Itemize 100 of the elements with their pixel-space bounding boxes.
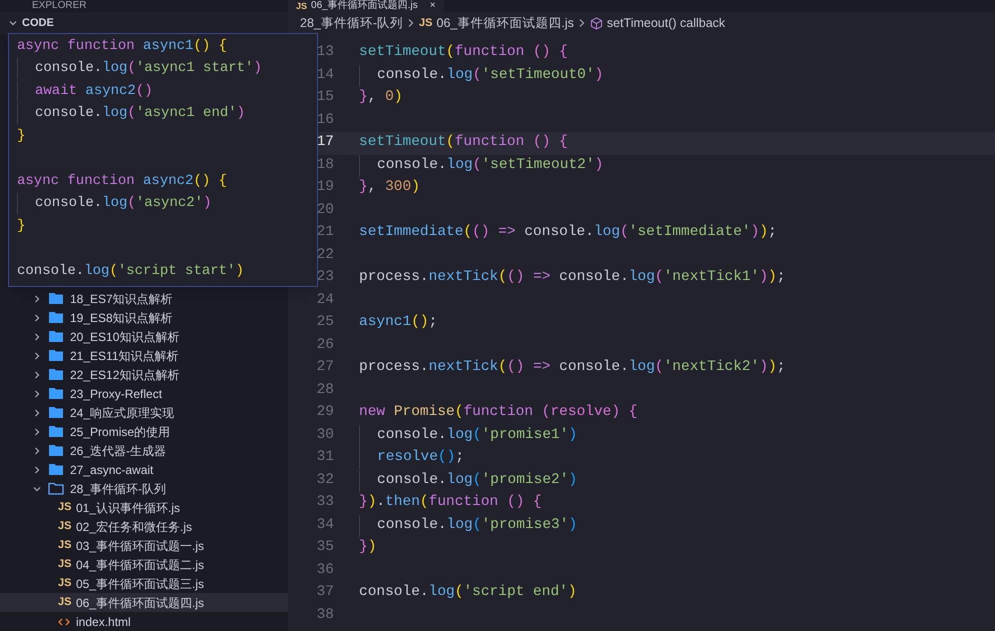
code-line: console.log('async1 start'): [17, 58, 262, 80]
file-item[interactable]: JS 02_宏任务和微任务.js: [0, 517, 288, 536]
breadcrumb-file[interactable]: JS 06_事件循环面试题四.js: [419, 14, 574, 32]
line-number: 37: [316, 583, 335, 602]
line-number: 38: [316, 606, 335, 625]
line-number: 14: [316, 66, 335, 85]
breadcrumb-symbol[interactable]: setTimeout() callback: [590, 14, 726, 32]
line-number: 13: [316, 43, 335, 62]
line-number: 36: [316, 560, 335, 580]
code-line: console.log('script start'): [17, 262, 244, 281]
line-number: 22: [316, 246, 335, 265]
folder-item[interactable]: 28_事件循环-队列: [0, 479, 288, 498]
line-number: 17: [316, 133, 335, 152]
code-line: }): [359, 538, 376, 558]
line-number: 28: [316, 380, 335, 400]
folder-item[interactable]: 18_ES7知识点解析: [0, 289, 288, 308]
code-line: }, 0): [359, 88, 403, 108]
line-number: 27: [316, 358, 335, 378]
line-number: 25: [316, 313, 335, 332]
folder-icon: [48, 330, 64, 343]
folder-icon: [48, 406, 64, 419]
code-line: }, 300): [359, 178, 420, 198]
folder-icon: [48, 482, 64, 495]
code-line: setTimeout(function () {: [359, 133, 568, 152]
code-line: console.log('setTimeout2'): [359, 154, 604, 177]
file-item[interactable]: JS 03_事件循环面试题一.js: [0, 536, 288, 555]
code-line: await async2(): [17, 80, 153, 102]
folder-icon: [48, 311, 64, 324]
line-number: 20: [316, 200, 335, 220]
code-line: setTimeout(function () {: [359, 43, 568, 62]
file-item[interactable]: JS 04_事件循环面试题二.js: [0, 555, 288, 574]
line-number: 23: [316, 268, 335, 288]
js-file-icon: JS: [58, 575, 70, 592]
line-number: 30: [316, 426, 335, 445]
line-number: 35: [316, 538, 335, 558]
code-line: console.log('promise1'): [359, 424, 578, 447]
folder-item[interactable]: 27_async-await: [0, 460, 288, 479]
folder-icon: [48, 463, 64, 476]
folder-item[interactable]: 22_ES12知识点解析: [0, 365, 288, 384]
file-item[interactable]: JS 01_认识事件循环.js: [0, 498, 288, 517]
close-icon[interactable]: ×: [430, 1, 436, 11]
section-header[interactable]: CODE: [0, 12, 288, 34]
folder-item[interactable]: 24_响应式原理实现: [0, 403, 288, 422]
js-file-icon: JS: [58, 499, 70, 516]
code-line: new Promise(function (resolve) {: [359, 403, 638, 422]
folder-item[interactable]: 20_ES10知识点解析: [0, 327, 288, 346]
line-number: 26: [316, 336, 335, 355]
folder-item[interactable]: 26_迭代器-生成器: [0, 441, 288, 460]
file-item[interactable]: JS 05_事件循环面试题三.js: [0, 574, 288, 593]
explorer-title: EXPLORER: [32, 0, 86, 11]
line-number: 34: [316, 516, 335, 535]
folder-icon: [48, 292, 64, 305]
folder-icon: [48, 444, 64, 457]
line-number: 15: [316, 88, 335, 108]
js-file-icon: JS: [296, 2, 308, 10]
folder-item[interactable]: 19_ES8知识点解析: [0, 308, 288, 327]
code-line: }: [17, 216, 26, 236]
js-file-icon: JS: [58, 518, 70, 535]
code-line: async function async1() {: [17, 36, 228, 56]
code-line: setImmediate(() => console.log('setImmediate'));: [359, 223, 777, 242]
code-line: console.log('setTimeout0'): [359, 64, 604, 87]
code-line: console.log('script end'): [359, 583, 577, 602]
code-line: resolve();: [359, 447, 464, 470]
code-line: console.log('promise2'): [359, 470, 578, 492]
js-file-icon: JS: [58, 594, 70, 611]
folder-icon: [48, 425, 64, 438]
line-number: 16: [316, 110, 335, 130]
js-file-icon: JS: [58, 537, 70, 554]
code-line: process.nextTick(() => console.log('nextTick1'));: [359, 268, 786, 288]
folder-item[interactable]: 25_Promise的使用: [0, 422, 288, 441]
line-number: 21: [316, 223, 335, 242]
chevron-icon: [407, 18, 416, 28]
folder-item[interactable]: 23_Proxy-Reflect: [0, 384, 288, 403]
line-number: 33: [316, 493, 335, 512]
line-number: 31: [316, 448, 335, 468]
code-line: console.log('async2'): [17, 193, 212, 214]
folder-icon: [48, 368, 64, 381]
line-number: 18: [316, 156, 335, 175]
line-number: 19: [316, 178, 335, 198]
code-line: async1();: [359, 313, 438, 332]
line-number: 32: [316, 470, 335, 490]
cube-icon: [590, 16, 603, 30]
code-line: console.log('async1 end'): [17, 103, 246, 124]
code-file-icon: [58, 616, 70, 626]
chevron-icon: [578, 18, 586, 28]
code-line: console.log('promise3'): [359, 514, 578, 537]
js-file-icon: JS: [419, 14, 432, 32]
code-line: }: [17, 126, 26, 146]
line-number: 29: [316, 403, 335, 422]
editor-tab[interactable]: JS 06_事件循环面试题四.js ×: [288, 0, 444, 12]
code-line: }).then(function () {: [359, 493, 542, 512]
folder-item[interactable]: 21_ES11知识点解析: [0, 346, 288, 365]
line-number: 24: [316, 290, 335, 310]
code-line: async function async2() {: [17, 172, 228, 191]
file-item[interactable]: JS 06_事件循环面试题四.js: [0, 593, 288, 612]
folder-icon: [48, 349, 64, 362]
code-line: process.nextTick(() => console.log('nextTick2'));: [359, 358, 786, 378]
breadcrumb-folder[interactable]: 28_事件循环-队列: [300, 14, 404, 32]
folder-icon: [48, 387, 64, 400]
file-item[interactable]: index.html: [0, 612, 288, 631]
